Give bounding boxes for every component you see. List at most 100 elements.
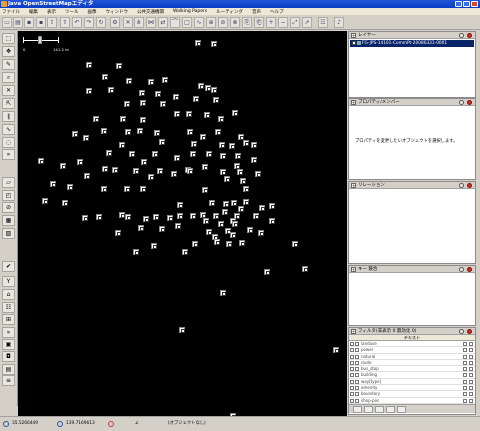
upload-icon[interactable]: ⇧ bbox=[60, 17, 70, 28]
map-node-icon[interactable] bbox=[211, 41, 217, 47]
filter-hide-checkbox[interactable] bbox=[355, 392, 359, 397]
menu-item[interactable]: 音声 bbox=[252, 9, 261, 15]
filter-mode-checkbox[interactable] bbox=[469, 392, 473, 397]
map-node-icon[interactable] bbox=[200, 134, 206, 140]
map-node-icon[interactable] bbox=[171, 171, 177, 177]
fullscreen-icon[interactable]: ⤢ bbox=[290, 17, 300, 28]
tool-f-icon[interactable]: ☷ bbox=[2, 302, 15, 313]
move-tool-icon[interactable]: ✥ bbox=[2, 46, 15, 57]
relations-dialog-title[interactable]: + リレーション bbox=[349, 182, 475, 189]
properties-dialog-title[interactable]: + プロパティ/メンバー bbox=[349, 99, 475, 106]
map-node-icon[interactable] bbox=[253, 213, 259, 219]
filter-inverted-checkbox[interactable] bbox=[463, 386, 467, 391]
map-node-icon[interactable] bbox=[264, 269, 270, 275]
map-node-icon[interactable] bbox=[138, 225, 144, 231]
map-node-icon[interactable] bbox=[218, 221, 224, 227]
minimize-icon[interactable] bbox=[455, 1, 462, 7]
map-node-icon[interactable] bbox=[230, 232, 236, 238]
map-node-icon[interactable] bbox=[83, 135, 89, 141]
tool-e-icon[interactable]: ▨ bbox=[2, 228, 15, 239]
map-node-icon[interactable] bbox=[202, 187, 208, 193]
reverse-icon[interactable]: ⇄ bbox=[158, 17, 168, 28]
map-node-icon[interactable] bbox=[213, 213, 219, 219]
map-node-icon[interactable] bbox=[167, 215, 173, 221]
filter-mode-checkbox[interactable] bbox=[469, 354, 473, 359]
filter-mode-checkbox[interactable] bbox=[469, 367, 473, 372]
map-node-icon[interactable] bbox=[152, 151, 158, 157]
simplify-icon[interactable]: ∿ bbox=[194, 17, 204, 28]
map-node-icon[interactable] bbox=[195, 40, 201, 46]
map-node-icon[interactable] bbox=[133, 249, 139, 255]
filter-edit-icon[interactable] bbox=[364, 405, 373, 413]
expand-icon[interactable]: + bbox=[351, 33, 356, 38]
map-node-icon[interactable] bbox=[182, 249, 188, 255]
map-node-icon[interactable] bbox=[251, 157, 257, 163]
filter-enable-checkbox[interactable] bbox=[350, 392, 354, 397]
map-node-icon[interactable] bbox=[174, 111, 180, 117]
zoom-tool-icon[interactable]: ⌕ bbox=[2, 72, 15, 83]
map-node-icon[interactable] bbox=[174, 155, 180, 161]
export-icon[interactable]: ⇪ bbox=[47, 17, 57, 28]
audio-icon[interactable]: ♪ bbox=[334, 17, 344, 28]
map-node-icon[interactable] bbox=[259, 205, 265, 211]
map-node-icon[interactable] bbox=[214, 239, 220, 245]
map-node-icon[interactable] bbox=[86, 88, 92, 94]
map-node-icon[interactable] bbox=[72, 131, 78, 137]
map-node-icon[interactable] bbox=[159, 139, 165, 145]
map-node-icon[interactable] bbox=[157, 168, 163, 174]
filter-hide-checkbox[interactable] bbox=[355, 367, 359, 372]
filter-enable-checkbox[interactable] bbox=[350, 354, 354, 359]
new-file-icon[interactable]: ▭ bbox=[2, 17, 12, 28]
map-node-icon[interactable] bbox=[86, 62, 92, 68]
unglue-icon[interactable]: ⊘ bbox=[218, 17, 228, 28]
menu-item[interactable]: ファイル bbox=[2, 9, 20, 15]
map-node-icon[interactable] bbox=[224, 176, 230, 182]
map-node-icon[interactable] bbox=[115, 230, 121, 236]
zoom-in-icon[interactable]: + bbox=[266, 17, 276, 28]
maximize-icon[interactable] bbox=[463, 1, 470, 7]
map-node-icon[interactable] bbox=[154, 130, 160, 136]
pin-icon[interactable] bbox=[459, 329, 464, 334]
map-node-icon[interactable] bbox=[177, 213, 183, 219]
traffic-icon[interactable]: ≡ bbox=[2, 375, 15, 386]
map-node-icon[interactable] bbox=[151, 243, 157, 249]
map-node-icon[interactable] bbox=[141, 159, 147, 165]
map-node-icon[interactable] bbox=[159, 226, 165, 232]
map-node-icon[interactable] bbox=[215, 129, 221, 135]
expand-icon[interactable]: + bbox=[351, 267, 356, 272]
map-node-icon[interactable] bbox=[177, 202, 183, 208]
map-node-icon[interactable] bbox=[232, 221, 238, 227]
map-node-icon[interactable] bbox=[198, 83, 204, 89]
map-node-icon[interactable] bbox=[162, 77, 168, 83]
map-node-icon[interactable] bbox=[82, 215, 88, 221]
map-node-icon[interactable] bbox=[137, 128, 143, 134]
tool-a-icon[interactable]: ▱ bbox=[2, 177, 15, 188]
map-node-icon[interactable] bbox=[235, 153, 241, 159]
map-node-icon[interactable] bbox=[96, 214, 102, 220]
filter-inverted-checkbox[interactable] bbox=[463, 348, 467, 353]
undo-icon[interactable]: ↶ bbox=[72, 17, 82, 28]
map-node-icon[interactable] bbox=[140, 100, 146, 106]
map-node-icon[interactable] bbox=[133, 168, 139, 174]
menu-item[interactable]: ツール bbox=[65, 9, 79, 15]
square-icon[interactable]: □ bbox=[182, 17, 192, 28]
filter-tool-icon[interactable]: Y bbox=[2, 276, 15, 287]
map-node-icon[interactable] bbox=[218, 116, 224, 122]
filter-add-icon[interactable] bbox=[353, 405, 362, 413]
map-node-icon[interactable] bbox=[84, 173, 90, 179]
filter-inverted-checkbox[interactable] bbox=[463, 367, 467, 372]
filter-inverted-checkbox[interactable] bbox=[463, 379, 467, 384]
map-node-icon[interactable] bbox=[112, 167, 118, 173]
improve-way-icon[interactable]: ∿ bbox=[2, 124, 15, 135]
menu-item[interactable]: ヘルプ bbox=[270, 9, 284, 15]
filter-mode-checkbox[interactable] bbox=[469, 373, 473, 378]
map-node-icon[interactable] bbox=[126, 78, 132, 84]
join-icon[interactable]: ⊕ bbox=[206, 17, 216, 28]
routing-icon[interactable]: ➚ bbox=[302, 17, 312, 28]
pin-icon[interactable] bbox=[459, 33, 464, 38]
map-node-icon[interactable] bbox=[116, 63, 122, 69]
filter-enable-checkbox[interactable] bbox=[350, 360, 354, 365]
map-node-icon[interactable] bbox=[237, 169, 243, 175]
layer-item[interactable]: FG-JPS-14101-CommPt-20080331-0001 bbox=[350, 40, 474, 47]
filter-enable-checkbox[interactable] bbox=[350, 342, 354, 346]
